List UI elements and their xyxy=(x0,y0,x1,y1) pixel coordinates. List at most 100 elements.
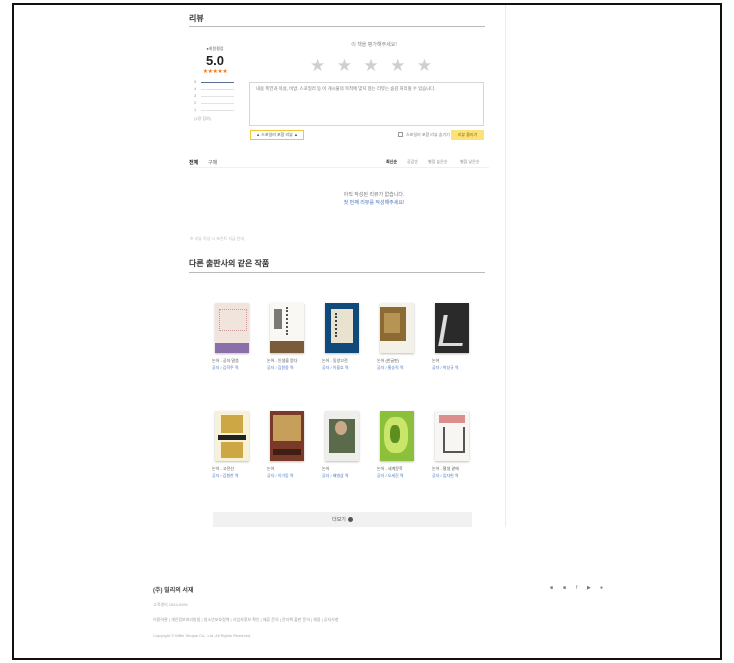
star-rating-input[interactable]: ★ ★ ★ ★ ★ xyxy=(310,57,432,74)
review-section-title: 리뷰 xyxy=(189,14,204,23)
book-author[interactable]: 공자 / 김학주 역 xyxy=(212,365,258,371)
footer-copyright: Copyright © Millie Seojae Co., Ltd. All … xyxy=(153,633,252,638)
rating-dist-track xyxy=(201,96,234,97)
cover-art-shape xyxy=(390,425,400,443)
spoiler-checkbox-label: 스포일러 포함 리뷰 숨기기 xyxy=(406,132,450,137)
related-section-title: 다른 출판사의 같은 작품 xyxy=(189,259,270,268)
rating-dist-track xyxy=(201,110,234,111)
book-cover-image[interactable] xyxy=(435,411,469,461)
book-cover-image[interactable] xyxy=(325,303,359,353)
rating-dist-label: 1 xyxy=(194,107,197,112)
book-cover-image[interactable] xyxy=(380,303,414,353)
book-title[interactable]: 논어 - 공자 말씀 xyxy=(212,358,258,364)
cover-art-shape xyxy=(221,415,243,433)
rating-dist-track xyxy=(201,82,234,83)
rating-dist-fill xyxy=(201,82,234,83)
cover-art-shape xyxy=(286,307,302,335)
avg-rating-label: ●회원평점 xyxy=(206,46,224,51)
rating-dist-label: 3 xyxy=(194,93,197,98)
cover-art-shape xyxy=(439,415,465,423)
rating-dist-row: 5 xyxy=(194,79,234,85)
more-button-label: 더보기 xyxy=(332,517,346,523)
book-title[interactable]: 논어 - 세계문학 xyxy=(377,466,423,472)
rate-prompt: 이 책을 평가해주세요! xyxy=(351,42,397,48)
cover-art-shape xyxy=(219,309,247,331)
book-title[interactable]: 논어 - 동양고전 xyxy=(322,358,368,364)
tab-purchased[interactable]: 구매 xyxy=(208,159,217,166)
rate-star-2-icon[interactable]: ★ xyxy=(337,57,352,74)
cover-art-shape xyxy=(335,313,351,337)
book-author[interactable]: 공자 / 홍승직 역 xyxy=(377,365,423,371)
content-divider xyxy=(505,5,506,527)
cover-art-shape xyxy=(335,421,347,435)
cover-art-shape xyxy=(384,313,400,333)
rate-star-3-icon[interactable]: ★ xyxy=(363,57,378,74)
book-cover-image[interactable] xyxy=(325,411,359,461)
rate-star-4-icon[interactable]: ★ xyxy=(390,57,405,74)
book-author[interactable]: 공자 / 김형찬 역 xyxy=(212,473,258,479)
avg-rating-score: 5.0 xyxy=(205,53,225,68)
book-author[interactable]: 공자 / 김원중 역 xyxy=(267,365,313,371)
book-cover-image[interactable] xyxy=(270,303,304,353)
review-textarea[interactable] xyxy=(249,82,484,126)
footer-links[interactable]: 이용약관 | 개인정보처리방침 | 청소년보호정책 | 사업자정보 확인 | 제… xyxy=(153,617,339,623)
book-cover-image[interactable] xyxy=(435,303,469,353)
write-first-review-link[interactable]: 첫 번째 리뷰를 작성해주세요! xyxy=(264,199,484,206)
book-cover-image[interactable] xyxy=(380,411,414,461)
book-cover-image[interactable] xyxy=(270,411,304,461)
book-title[interactable]: 논어 xyxy=(322,466,368,472)
book-title[interactable]: 논어 xyxy=(267,466,313,472)
rate-star-5-icon[interactable]: ★ xyxy=(417,57,432,74)
kakao-icon[interactable]: ● xyxy=(600,585,603,591)
rate-star-1-icon[interactable]: ★ xyxy=(310,57,325,74)
rating-dist-row: 2 xyxy=(194,100,234,106)
rating-dist-label: 2 xyxy=(194,100,197,105)
cover-art-shape xyxy=(273,449,301,455)
submit-review-button[interactable]: 리뷰 올리기 xyxy=(451,130,484,140)
cover-art-shape xyxy=(218,435,246,440)
sort-rating-high[interactable]: 별점 높은순 xyxy=(428,159,448,165)
book-title[interactable]: 논어 - 평생 곁에 xyxy=(432,466,478,472)
book-author[interactable]: 공자 / 배병삼 역 xyxy=(322,473,368,479)
page-frame: 리뷰 ●회원평점 5.0 ★★★★★ 54321 (1명 참여) 이 책을 평가… xyxy=(12,3,722,660)
sort-rating-low[interactable]: 별점 낮은순 xyxy=(460,159,480,165)
avg-rating-stars: ★★★★★ xyxy=(202,69,228,75)
review-note: ※ 리뷰 작성 시 포인트 지급 안내 xyxy=(190,236,245,241)
blog-icon[interactable]: ■ xyxy=(550,585,553,591)
book-author[interactable]: 공자 / 임자헌 역 xyxy=(432,473,478,479)
rating-dist-row: 3 xyxy=(194,93,234,99)
book-title[interactable]: 논어 - 인생을 묻다 xyxy=(267,358,313,364)
book-title[interactable]: 논어 xyxy=(432,358,478,364)
cover-art-shape xyxy=(274,309,282,329)
sort-likes[interactable]: 공감순 xyxy=(407,159,418,165)
spoiler-review-button[interactable]: ▲ 스포일러 포함 리뷰 ▲ xyxy=(250,130,304,140)
review-count: (1명 참여) xyxy=(194,116,212,121)
book-title[interactable]: 논어 (한글판) xyxy=(377,358,423,364)
footer-contact: 고객센터 1544-6991 xyxy=(153,602,188,607)
related-title-divider xyxy=(189,272,485,273)
book-author[interactable]: 공자 / 이을호 역 xyxy=(322,365,368,371)
plus-circle-icon xyxy=(347,517,353,522)
book-cover-image[interactable] xyxy=(215,303,249,353)
more-button[interactable]: 더보기 xyxy=(213,512,472,527)
rating-dist-track xyxy=(201,103,234,104)
youtube-icon[interactable]: ▶ xyxy=(587,585,591,591)
sort-latest[interactable]: 최신순 xyxy=(386,159,397,165)
cover-art-shape xyxy=(273,415,301,441)
cover-art-shape xyxy=(270,341,304,353)
rating-dist-label: 5 xyxy=(194,79,197,84)
spoiler-checkbox[interactable] xyxy=(398,132,403,137)
tab-all[interactable]: 전체 xyxy=(189,159,198,166)
instagram-icon[interactable]: ■ xyxy=(563,585,566,591)
book-author[interactable]: 공자 / 오세진 역 xyxy=(377,473,423,479)
cover-art-shape xyxy=(443,427,465,453)
rating-dist-row: 4 xyxy=(194,86,234,92)
book-cover-image[interactable] xyxy=(215,411,249,461)
facebook-icon[interactable]: f xyxy=(576,585,577,591)
cover-art-shape xyxy=(215,343,249,353)
book-author[interactable]: 공자 / 박성규 역 xyxy=(432,365,478,371)
footer-company-name: (주) 밀리의 서재 xyxy=(153,588,194,594)
book-title[interactable]: 논어 - 고전선 xyxy=(212,466,258,472)
rating-summary-card: ●회원평점 5.0 ★★★★★ 5 4 3 2 1 (1명 참여) xyxy=(189,40,241,121)
book-author[interactable]: 공자 / 이기동 역 xyxy=(267,473,313,479)
